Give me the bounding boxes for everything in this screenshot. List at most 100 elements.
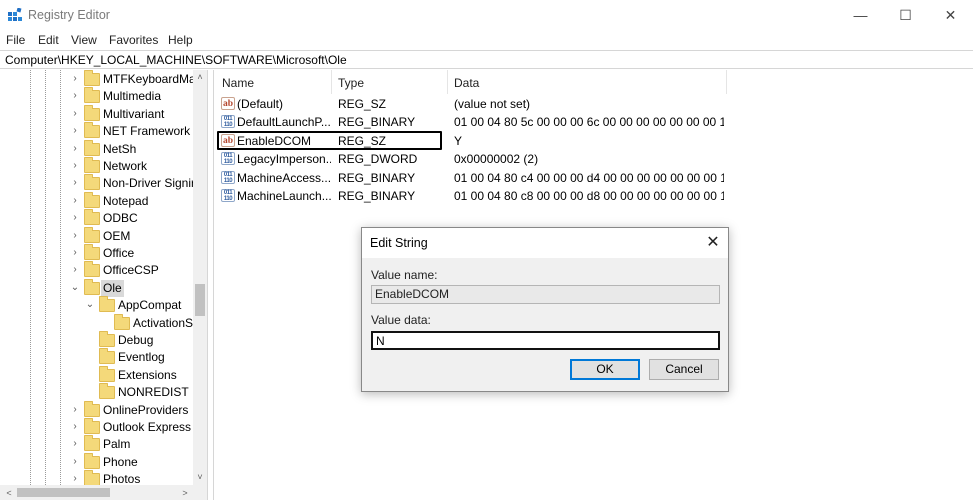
tree-item-label[interactable]: Network (101, 158, 149, 175)
scroll-up-arrow[interactable]: ˄ (193, 70, 207, 84)
tree-item-label[interactable]: Ole (101, 279, 124, 297)
tree-item-label[interactable]: OfficeCSP (101, 262, 161, 279)
tree-item[interactable]: › Palm (0, 435, 193, 453)
tree-item-label[interactable]: Outlook Express (101, 419, 193, 436)
menu-file[interactable]: File (6, 33, 25, 47)
tree-item-label[interactable]: NetSh (101, 141, 138, 158)
column-divider[interactable] (331, 70, 332, 94)
scroll-down-arrow[interactable]: ˅ (193, 470, 207, 484)
tree-item[interactable]: ⌄ Ole (0, 278, 193, 297)
chevron-right-icon[interactable]: › (70, 211, 80, 225)
tree-item[interactable]: › Outlook Express (0, 418, 193, 436)
tree-item-label[interactable]: ActivationS (131, 315, 195, 332)
value-row[interactable]: 011 110 MachineLaunch... REG_BINARY 01 00 0… (214, 187, 973, 205)
pane-splitter[interactable] (207, 70, 214, 500)
tree-item[interactable]: › Multivariant (0, 104, 193, 123)
chevron-right-icon[interactable]: › (70, 246, 80, 260)
tree-item-label[interactable]: Palm (101, 436, 132, 453)
tree-item[interactable]: › NetSh (0, 139, 193, 158)
tree-item-label[interactable]: NET Framework S (101, 123, 203, 140)
value-row[interactable]: 011 110 DefaultLaunchP... REG_BINARY 01 00 … (214, 113, 973, 131)
value-row[interactable]: 011 110 LegacyImperson... REG_DWORD 0x00000… (214, 150, 973, 168)
tree-item[interactable]: ActivationS (0, 313, 195, 332)
chevron-right-icon[interactable]: › (70, 176, 80, 190)
tree-item[interactable]: Eventlog (0, 348, 193, 366)
tree-item-label[interactable]: OnlineProviders (101, 402, 190, 419)
scroll-thumb[interactable] (17, 488, 110, 497)
tree-horizontal-scrollbar[interactable]: < > (0, 485, 207, 500)
minimize-button[interactable]: — (838, 0, 883, 31)
ok-button[interactable]: OK (570, 359, 640, 380)
tree-item[interactable]: › OEM (0, 226, 193, 245)
tree-item[interactable]: › OfficeCSP (0, 261, 193, 279)
tree-item[interactable]: › Multimedia (0, 87, 193, 105)
address-bar[interactable]: Computer\HKEY_LOCAL_MACHINE\SOFTWARE\Mic… (0, 50, 973, 69)
chevron-right-icon[interactable]: › (70, 263, 80, 277)
chevron-right-icon[interactable]: › (70, 437, 80, 451)
column-header-type[interactable]: Type (338, 76, 364, 92)
tree-item[interactable]: Debug (0, 331, 193, 349)
tree-item[interactable]: NONREDIST (0, 383, 193, 401)
tree-item[interactable]: ⌄ AppCompat (0, 296, 193, 314)
address-path[interactable]: Computer\HKEY_LOCAL_MACHINE\SOFTWARE\Mic… (5, 53, 347, 67)
dialog-close-icon[interactable]: ✕ (702, 232, 724, 254)
column-header-name[interactable]: Name (222, 76, 254, 92)
tree-item-label[interactable]: Phone (101, 454, 140, 471)
chevron-right-icon[interactable]: › (70, 142, 80, 156)
tree-item-label[interactable]: Multivariant (101, 106, 166, 123)
tree-item-label[interactable]: Office (101, 245, 136, 262)
cancel-button[interactable]: Cancel (649, 359, 719, 380)
chevron-right-icon[interactable]: › (70, 455, 80, 469)
tree-item[interactable]: › Office (0, 244, 193, 262)
tree-item-label[interactable]: Notepad (101, 193, 150, 210)
value-row[interactable]: ab (Default) REG_SZ (value not set) (214, 95, 973, 113)
tree-item-label[interactable]: NONREDIST (116, 384, 191, 401)
chevron-right-icon[interactable]: › (70, 403, 80, 417)
chevron-right-icon[interactable]: › (70, 194, 80, 208)
scroll-thumb[interactable] (195, 284, 205, 316)
tree-item-label[interactable]: Debug (116, 332, 155, 349)
scroll-right-arrow[interactable]: > (178, 486, 192, 500)
tree-item[interactable]: › Notepad (0, 191, 193, 210)
maximize-button[interactable]: ☐ (883, 0, 928, 31)
value-name: MachineAccess... (237, 170, 331, 185)
chevron-right-icon[interactable]: › (70, 72, 80, 86)
tree-item[interactable]: Extensions (0, 365, 193, 384)
chevron-right-icon[interactable]: › (70, 124, 80, 138)
close-button[interactable]: ✕ (928, 0, 973, 31)
column-header-data[interactable]: Data (454, 76, 479, 92)
tree-item-label[interactable]: Eventlog (116, 349, 167, 366)
chevron-right-icon[interactable]: › (70, 159, 80, 173)
chevron-right-icon[interactable]: › (70, 229, 80, 243)
tree-item-label[interactable]: ODBC (101, 210, 140, 227)
column-divider[interactable] (726, 70, 727, 94)
tree-item-label[interactable]: Non-Driver Signir (101, 175, 197, 192)
chevron-down-icon[interactable]: ⌄ (70, 281, 80, 295)
key-tree[interactable]: › MTFKeyboardMa › Multimedia › Multivariant › N… (0, 70, 207, 500)
tree-item[interactable]: › Network (0, 157, 193, 175)
chevron-right-icon[interactable]: › (70, 420, 80, 434)
tree-item[interactable]: › Non-Driver Signir (0, 174, 195, 192)
tree-item[interactable]: › ODBC (0, 209, 193, 227)
tree-item-label[interactable]: MTFKeyboardMa (101, 71, 198, 88)
tree-item-label[interactable]: OEM (101, 228, 132, 245)
tree-vertical-scrollbar[interactable]: ˄ ˅ (193, 70, 207, 485)
tree-item[interactable]: › Phone (0, 452, 193, 471)
tree-item[interactable]: › OnlineProviders (0, 400, 193, 419)
menu-edit[interactable]: Edit (38, 33, 59, 47)
value-data-input[interactable] (371, 331, 720, 350)
chevron-right-icon[interactable]: › (70, 89, 80, 103)
scroll-left-arrow[interactable]: < (2, 486, 16, 500)
menu-help[interactable]: Help (168, 33, 193, 47)
value-row[interactable]: 011 110 MachineAccess... REG_BINARY 01 00 0… (214, 169, 973, 187)
chevron-down-icon[interactable]: ⌄ (85, 298, 95, 312)
column-divider[interactable] (447, 70, 448, 94)
tree-item-label[interactable]: Extensions (116, 367, 179, 384)
tree-item-label[interactable]: AppCompat (116, 297, 183, 314)
tree-item-label[interactable]: Multimedia (101, 88, 163, 105)
chevron-right-icon[interactable]: › (70, 107, 80, 121)
menu-view[interactable]: View (71, 33, 97, 47)
tree-item[interactable]: › MTFKeyboardMa (0, 70, 196, 88)
tree-item[interactable]: › NET Framework S (0, 122, 201, 140)
menu-favorites[interactable]: Favorites (109, 33, 158, 47)
